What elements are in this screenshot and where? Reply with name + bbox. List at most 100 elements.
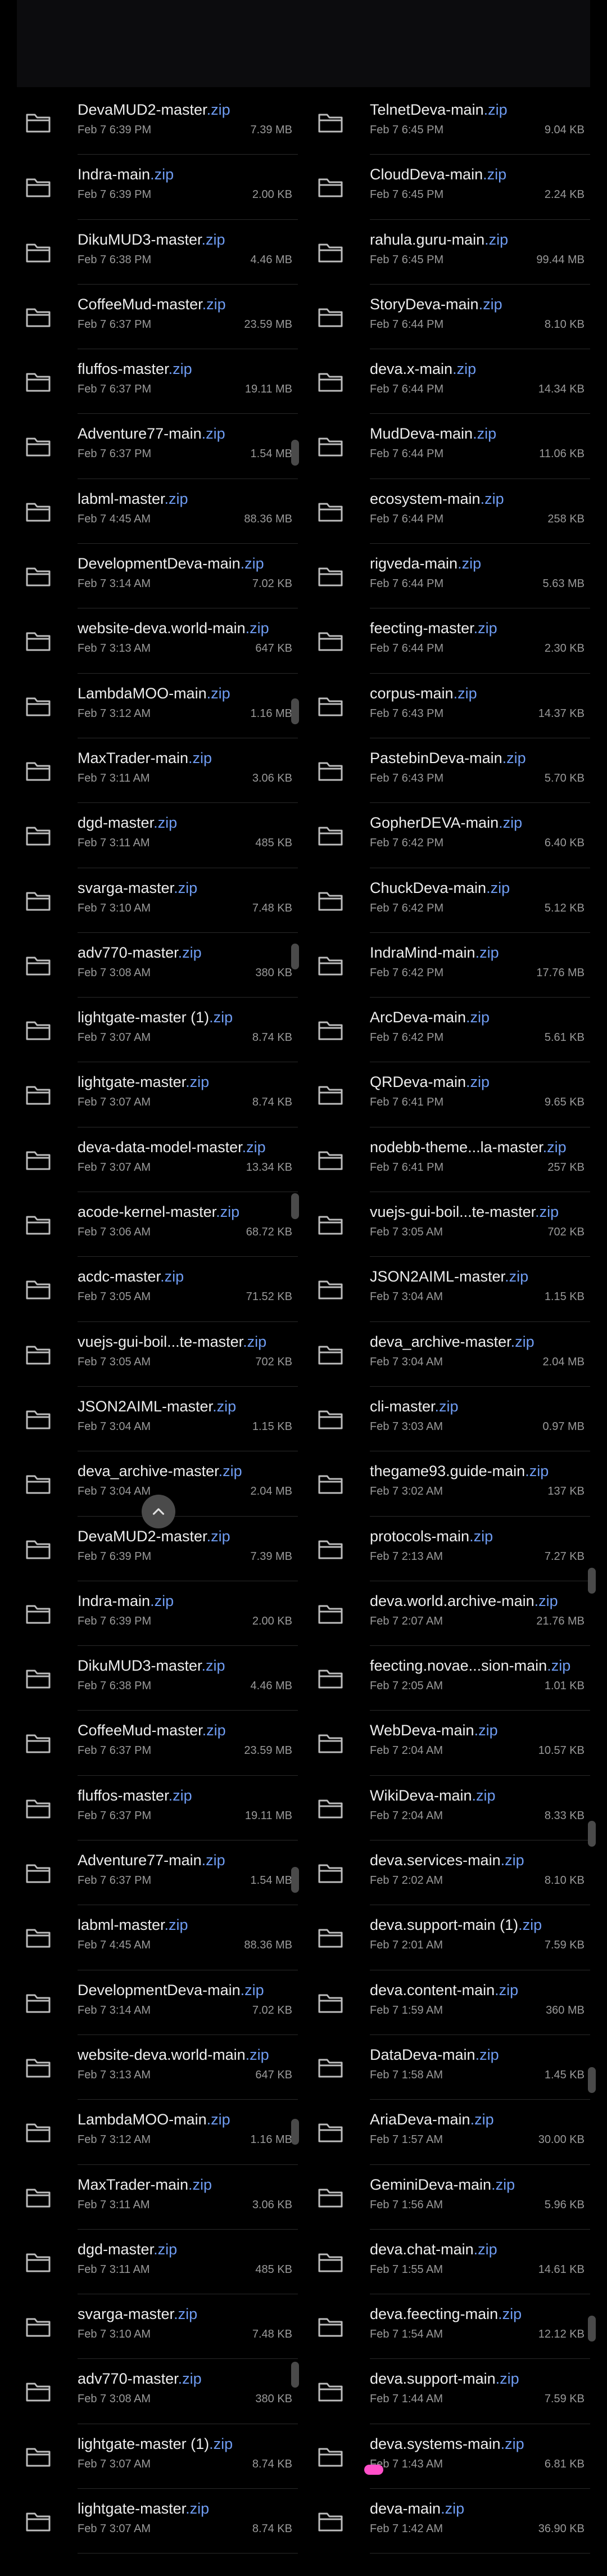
file-list-item[interactable]: deva.feecting-main.zip Feb 7 1:54 AM 12.12… xyxy=(309,2294,590,2360)
scrollbar-thumb[interactable] xyxy=(588,1568,596,1594)
file-list-item[interactable]: AriaDeva-main.zip Feb 7 1:57 AM 30.00 KB xyxy=(309,2100,590,2165)
file-list-item[interactable]: lightgate-master.zip Feb 7 3:07 AM 8.74 KB xyxy=(17,2489,298,2554)
file-list-item[interactable]: labml-master.zip Feb 7 4:45 AM 88.36 MB xyxy=(17,479,298,544)
file-name: CoffeeMud-master.zip xyxy=(78,296,226,313)
file-list-item[interactable]: deva-main.zip Feb 7 1:42 AM 36.90 KB xyxy=(309,2489,590,2554)
file-list-item[interactable]: LambdaMOO-main.zip Feb 7 3:12 AM 1.16 MB xyxy=(17,674,298,738)
file-list-item[interactable]: DevelopmentDeva-main.zip Feb 7 3:14 AM 7.0… xyxy=(17,544,298,609)
file-name: rahula.guru-main.zip xyxy=(370,231,508,249)
file-extension: .zip xyxy=(475,2046,499,2063)
file-list-item[interactable]: deva.chat-main.zip Feb 7 1:55 AM 14.61 KB xyxy=(309,2230,590,2295)
file-list-item[interactable]: svarga-master.zip Feb 7 3:10 AM 7.48 KB xyxy=(17,868,298,933)
file-list-item[interactable]: website-deva.world-main.zip Feb 7 3:13 AM… xyxy=(17,608,298,674)
scrollbar-thumb[interactable] xyxy=(291,2362,299,2388)
file-list-item[interactable]: deva.world.archive-main.zip Feb 7 2:07 AM… xyxy=(309,1581,590,1646)
file-list-item[interactable]: JSON2AIML-master.zip Feb 7 3:04 AM 1.15 KB xyxy=(309,1257,590,1322)
file-list-item[interactable]: JSON2AIML-master.zip Feb 7 3:04 AM 1.15 KB xyxy=(17,1387,298,1452)
file-list-item[interactable]: DataDeva-main.zip Feb 7 1:58 AM 1.45 KB xyxy=(309,2035,590,2100)
file-list-item[interactable]: Indra-main.zip Feb 7 6:39 PM 2.00 KB xyxy=(17,1581,298,1646)
file-list-item[interactable]: StoryDeva-main.zip Feb 7 6:44 PM 8.10 KB xyxy=(309,285,590,350)
file-list-item[interactable]: deva_archive-master.zip Feb 7 3:04 AM 2.04… xyxy=(309,1322,590,1387)
file-name-stem: acdc-master xyxy=(78,1268,161,1285)
file-list-item[interactable]: CoffeeMud-master.zip Feb 7 6:37 PM 23.59 M… xyxy=(17,1711,298,1776)
file-list-item[interactable]: IndraMind-main.zip Feb 7 6:42 PM 17.76 MB xyxy=(309,933,590,998)
file-name-stem: rigveda-main xyxy=(370,555,458,572)
file-list-item[interactable]: GopherDEVA-main.zip Feb 7 6:42 PM 6.40 KB xyxy=(309,803,590,868)
file-list-item[interactable]: TelnetDeva-main.zip Feb 7 6:45 PM 9.04 KB xyxy=(309,90,590,155)
file-size: 380 KB xyxy=(255,2393,292,2406)
file-list-item[interactable]: PastebinDeva-main.zip Feb 7 6:43 PM 5.70 K… xyxy=(309,738,590,804)
file-list-item[interactable]: GeminiDeva-main.zip Feb 7 1:56 AM 5.96 KB xyxy=(309,2165,590,2230)
scrollbar-thumb[interactable] xyxy=(291,698,299,724)
file-size: 0.97 MB xyxy=(542,1420,585,1433)
file-list-item[interactable]: dgd-master.zip Feb 7 3:11 AM 485 KB xyxy=(17,803,298,868)
scroll-to-top-button[interactable] xyxy=(142,1495,175,1528)
scrollbar-thumb[interactable] xyxy=(291,1193,299,1219)
scrollbar-thumb[interactable] xyxy=(588,2067,596,2093)
file-list-item[interactable]: deva.services-main.zip Feb 7 2:02 AM 8.10 … xyxy=(309,1840,590,1906)
file-list-item[interactable]: website-deva.world-main.zip Feb 7 3:13 AM… xyxy=(17,2035,298,2100)
file-list-item[interactable]: MaxTrader-main.zip Feb 7 3:11 AM 3.06 KB xyxy=(17,2165,298,2230)
file-list-item[interactable]: lightgate-master.zip Feb 7 3:07 AM 8.74 KB xyxy=(17,1062,298,1127)
file-list-item[interactable]: DikuMUD3-master.zip Feb 7 6:38 PM 4.46 MB xyxy=(17,220,298,285)
file-list-right: TelnetDeva-main.zip Feb 7 6:45 PM 9.04 KB C… xyxy=(309,90,590,2554)
file-list-item[interactable]: labml-master.zip Feb 7 4:45 AM 88.36 MB xyxy=(17,1905,298,1970)
file-list-item[interactable]: deva.systems-main.zip Feb 7 1:43 AM 6.81 K… xyxy=(309,2424,590,2489)
file-list-item[interactable]: LambdaMOO-main.zip Feb 7 3:12 AM 1.16 MB xyxy=(17,2100,298,2165)
file-list-item[interactable]: cli-master.zip Feb 7 3:03 AM 0.97 MB xyxy=(309,1387,590,1452)
file-list-item[interactable]: vuejs-gui-boil...te-master.zip Feb 7 3:05… xyxy=(17,1322,298,1387)
file-list-item[interactable]: MaxTrader-main.zip Feb 7 3:11 AM 3.06 KB xyxy=(17,738,298,804)
file-list-item[interactable]: feecting.novae...sion-main.zip Feb 7 2:05… xyxy=(309,1646,590,1711)
file-list-item[interactable]: rigveda-main.zip Feb 7 6:44 PM 5.63 MB xyxy=(309,544,590,609)
file-list-item[interactable]: WikiDeva-main.zip Feb 7 2:04 AM 8.33 KB xyxy=(309,1776,590,1841)
file-list-item[interactable]: rahula.guru-main.zip Feb 7 6:45 PM 99.44 M… xyxy=(309,220,590,285)
file-list-item[interactable]: ArcDeva-main.zip Feb 7 6:42 PM 5.61 KB xyxy=(309,998,590,1063)
file-list-item[interactable]: DikuMUD3-master.zip Feb 7 6:38 PM 4.46 MB xyxy=(17,1646,298,1711)
file-list-item[interactable]: deva.content-main.zip Feb 7 1:59 AM 360 MB xyxy=(309,1970,590,2035)
file-name: deva.x-main.zip xyxy=(370,360,476,378)
file-list-item[interactable]: deva.x-main.zip Feb 7 6:44 PM 14.34 KB xyxy=(309,349,590,414)
file-list-item[interactable]: protocols-main.zip Feb 7 2:13 AM 7.27 KB xyxy=(309,1517,590,1581)
file-list-item[interactable]: deva.support-main (1).zip Feb 7 2:01 AM 7.… xyxy=(309,1905,590,1970)
file-list-item[interactable]: adv770-master.zip Feb 7 3:08 AM 380 KB xyxy=(17,2359,298,2424)
file-list-item[interactable]: acdc-master.zip Feb 7 3:05 AM 71.52 KB xyxy=(17,1257,298,1322)
file-extension: .zip xyxy=(534,1592,558,1609)
file-list-item[interactable]: QRDeva-main.zip Feb 7 6:41 PM 9.65 KB xyxy=(309,1062,590,1127)
file-extension: .zip xyxy=(242,1138,266,1156)
file-list-item[interactable]: deva-data-model-master.zip Feb 7 3:07 AM 1… xyxy=(17,1127,298,1193)
file-list-item[interactable]: lightgate-master (1).zip Feb 7 3:07 AM 8.7… xyxy=(17,998,298,1063)
file-list-item[interactable]: adv770-master.zip Feb 7 3:08 AM 380 KB xyxy=(17,933,298,998)
file-list-item[interactable]: thegame93.guide-main.zip Feb 7 3:02 AM 137… xyxy=(309,1451,590,1517)
file-list-item[interactable]: acode-kernel-master.zip Feb 7 3:06 AM 68.7… xyxy=(17,1192,298,1257)
file-list-item[interactable]: corpus-main.zip Feb 7 6:43 PM 14.37 KB xyxy=(309,674,590,738)
file-name-stem: MaxTrader-main xyxy=(78,2176,189,2193)
scrollbar-thumb[interactable] xyxy=(291,1867,299,1893)
file-name: Indra-main.zip xyxy=(78,166,174,183)
file-list-item[interactable]: nodebb-theme...la-master.zip Feb 7 6:41 P… xyxy=(309,1127,590,1193)
file-list-item[interactable]: Adventure77-main.zip Feb 7 6:37 PM 1.54 MB xyxy=(17,1840,298,1906)
file-list-item[interactable]: CoffeeMud-master.zip Feb 7 6:37 PM 23.59 M… xyxy=(17,285,298,350)
scrollbar-thumb[interactable] xyxy=(291,440,299,466)
file-list-item[interactable]: lightgate-master (1).zip Feb 7 3:07 AM 8.7… xyxy=(17,2424,298,2489)
file-list-item[interactable]: vuejs-gui-boil...te-master.zip Feb 7 3:05… xyxy=(309,1192,590,1257)
scrollbar-thumb[interactable] xyxy=(588,2316,596,2342)
file-list-item[interactable]: ecosystem-main.zip Feb 7 6:44 PM 258 KB xyxy=(309,479,590,544)
folder-file-icon xyxy=(22,237,54,268)
file-list-item[interactable]: Indra-main.zip Feb 7 6:39 PM 2.00 KB xyxy=(17,155,298,220)
scrollbar-thumb[interactable] xyxy=(588,1821,596,1847)
file-list-item[interactable]: feecting-master.zip Feb 7 6:44 PM 2.30 KB xyxy=(309,608,590,674)
file-list-item[interactable]: MudDeva-main.zip Feb 7 6:44 PM 11.06 KB xyxy=(309,414,590,479)
file-list-item[interactable]: dgd-master.zip Feb 7 3:11 AM 485 KB xyxy=(17,2230,298,2295)
file-list-item[interactable]: DevelopmentDeva-main.zip Feb 7 3:14 AM 7.0… xyxy=(17,1970,298,2035)
scrollbar-thumb[interactable] xyxy=(291,2119,299,2145)
file-list-item[interactable]: deva.support-main.zip Feb 7 1:44 AM 7.59 K… xyxy=(309,2359,590,2424)
scrollbar-thumb[interactable] xyxy=(291,944,299,969)
file-list-item[interactable]: ChuckDeva-main.zip Feb 7 6:42 PM 5.12 KB xyxy=(309,868,590,933)
file-list-item[interactable]: svarga-master.zip Feb 7 3:10 AM 7.48 KB xyxy=(17,2294,298,2360)
file-list-item[interactable]: CloudDeva-main.zip Feb 7 6:45 PM 2.24 KB xyxy=(309,155,590,220)
file-list-item[interactable]: Adventure77-main.zip Feb 7 6:37 PM 1.54 MB xyxy=(17,414,298,479)
file-list-item[interactable]: DevaMUD2-master.zip Feb 7 6:39 PM 7.39 MB xyxy=(17,90,298,155)
file-list-item[interactable]: WebDeva-main.zip Feb 7 2:04 AM 10.57 KB xyxy=(309,1711,590,1776)
file-list-item[interactable]: fluffos-master.zip Feb 7 6:37 PM 19.11 MB xyxy=(17,1776,298,1841)
file-list-item[interactable]: fluffos-master.zip Feb 7 6:37 PM 19.11 MB xyxy=(17,349,298,414)
